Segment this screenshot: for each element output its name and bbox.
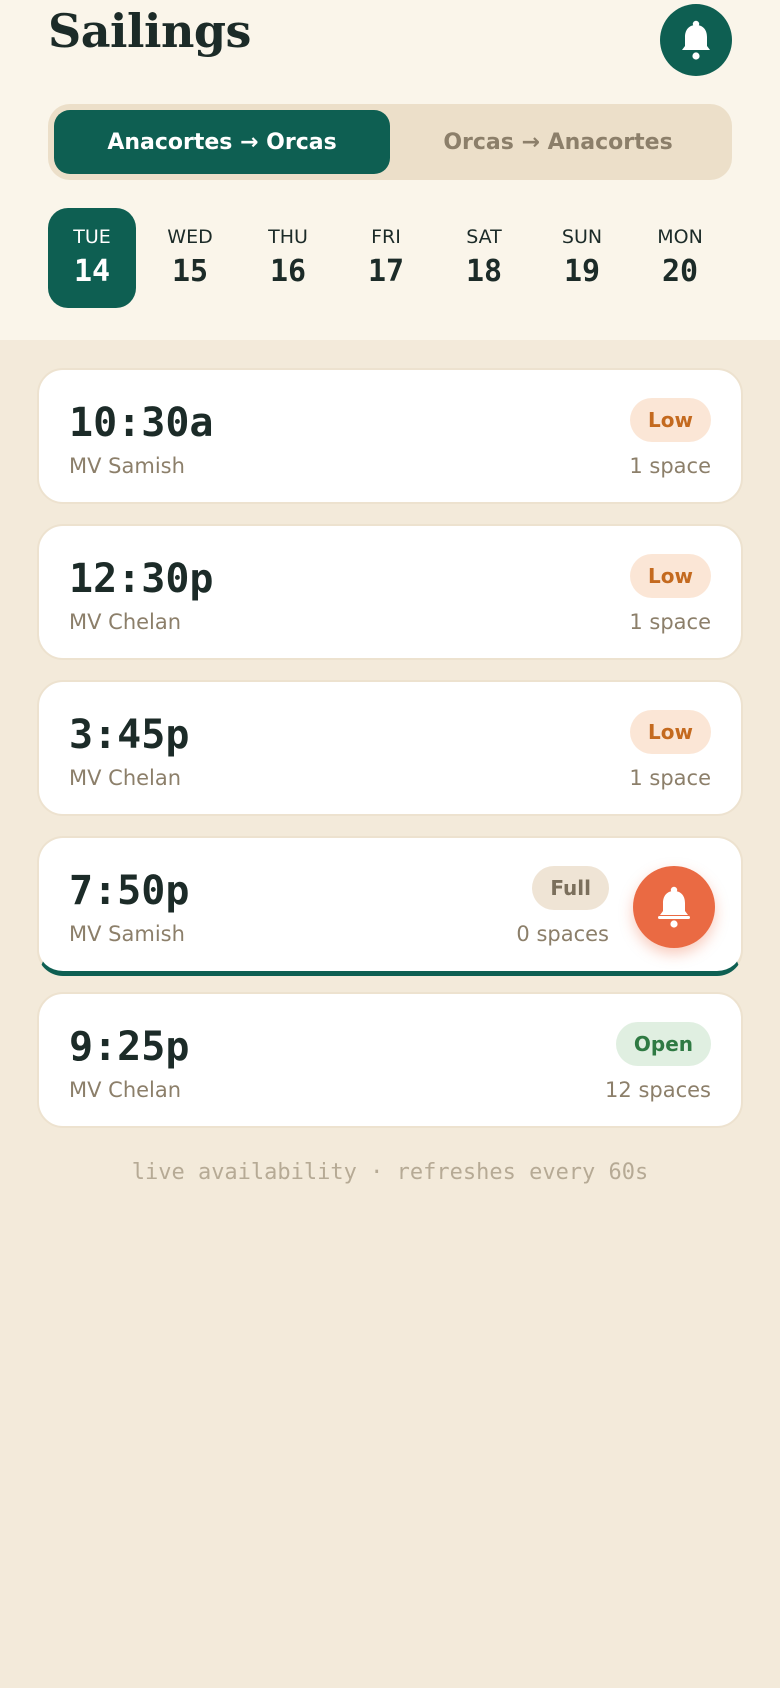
day-sat[interactable]: SAT 18	[440, 208, 528, 308]
day-number: 15	[171, 254, 209, 289]
sailing-time: 12:30p	[69, 556, 214, 602]
bell-icon	[682, 20, 710, 60]
sailing-card-alert[interactable]: 7:50p MV Samish Full 0 spaces	[37, 836, 743, 976]
sailing-alert-button[interactable]	[633, 866, 715, 948]
day-label: WED	[167, 226, 213, 248]
sailing-time: 7:50p	[69, 868, 190, 914]
spaces-count: 12 spaces	[605, 1078, 711, 1102]
day-label: FRI	[371, 226, 401, 248]
sailing-time: 3:45p	[69, 712, 190, 758]
direction-toggle: Anacortes → Orcas Orcas → Anacortes	[48, 104, 732, 180]
sailings-screen: Sailings Anacortes → Orcas Orcas → Anaco…	[0, 0, 780, 1688]
vessel-name: MV Chelan	[69, 610, 182, 634]
spaces-count: 1 space	[629, 454, 711, 478]
direction-option-anacortes-orcas[interactable]: Anacortes → Orcas	[54, 110, 390, 174]
status-badge: Open	[615, 1022, 711, 1066]
direction-option-orcas-anacortes[interactable]: Orcas → Anacortes	[390, 110, 726, 174]
day-label: TUE	[73, 226, 111, 248]
sailing-card[interactable]: 3:45p MV Chelan Low 1 space	[37, 680, 743, 816]
vessel-name: MV Samish	[69, 454, 185, 478]
day-label: SAT	[466, 226, 502, 248]
day-label: SUN	[561, 226, 603, 248]
spaces-count: 0 spaces	[516, 922, 609, 946]
day-number: 20	[661, 254, 699, 289]
day-mon[interactable]: MON 20	[636, 208, 724, 308]
sailing-card[interactable]: 10:30a MV Samish Low 1 space	[37, 368, 743, 504]
status-badge: Low	[630, 710, 711, 754]
status-badge: Low	[630, 398, 711, 442]
spaces-count: 1 space	[629, 610, 711, 634]
day-sun[interactable]: SUN 19	[538, 208, 626, 308]
notifications-button[interactable]	[660, 4, 732, 76]
status-badge: Full	[532, 866, 609, 910]
day-number: 17	[367, 254, 405, 289]
spaces-count: 1 space	[629, 766, 711, 790]
day-number: 19	[563, 254, 601, 289]
sailing-time: 10:30a	[69, 400, 214, 446]
refresh-note: live availability · refreshes every 60s	[131, 1160, 649, 1185]
day-tue[interactable]: TUE 14	[48, 208, 136, 308]
page-title: Sailings	[48, 4, 251, 58]
sailing-card[interactable]: 9:25p MV Chelan Open 12 spaces	[37, 992, 743, 1128]
day-thu[interactable]: THU 16	[244, 208, 332, 308]
day-number: 18	[465, 254, 503, 289]
day-fri[interactable]: FRI 17	[342, 208, 430, 308]
sailing-card[interactable]: 12:30p MV Chelan Low 1 space	[37, 524, 743, 660]
vessel-name: MV Chelan	[69, 766, 182, 790]
vessel-name: MV Chelan	[69, 1078, 182, 1102]
day-label: THU	[268, 226, 308, 248]
bell-icon	[658, 886, 690, 928]
day-label: MON	[657, 226, 703, 248]
sailing-time: 9:25p	[69, 1024, 190, 1070]
day-wed[interactable]: WED 15	[146, 208, 234, 308]
vessel-name: MV Samish	[69, 922, 185, 946]
date-strip: TUE 14 WED 15 THU 16 FRI 17 SAT 18 SUN 1…	[48, 208, 734, 308]
header-area: Sailings Anacortes → Orcas Orcas → Anaco…	[0, 0, 780, 340]
status-badge: Low	[630, 554, 711, 598]
day-number: 16	[269, 254, 307, 289]
day-number: 14	[73, 254, 111, 289]
